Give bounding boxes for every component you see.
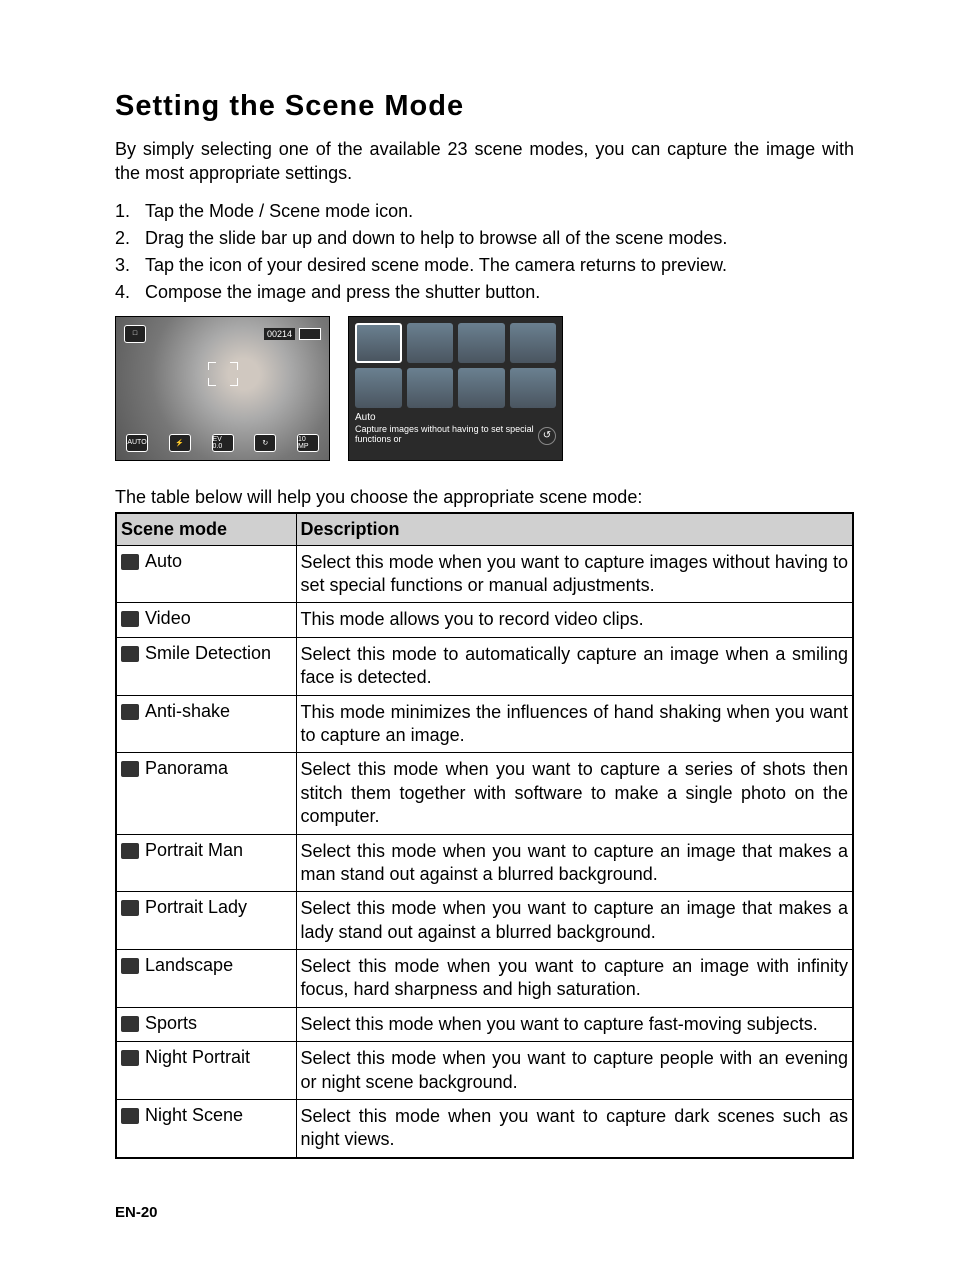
scene-mode-description: Select this mode when you want to captur… [296,545,853,603]
scene-selector-screenshot: Auto Capture images without having to se… [348,316,563,461]
back-icon: ↺ [538,427,556,445]
portrait-man-icon [121,843,139,859]
scene-mode-label: Auto [145,551,182,572]
table-header: Description [296,513,853,546]
timer-icon: ↻ [254,434,276,452]
resolution-icon: 10 MP [297,434,319,452]
scene-mode-cell: Anti-shake [116,695,296,753]
table-row: Anti-shake This mode minimizes the influe… [116,695,853,753]
scene-mode-table: Scene mode Description Auto Select this m… [115,512,854,1159]
shot-counter: 00214 [264,328,295,340]
scene-mode-cell: Night Portrait [116,1042,296,1100]
table-row: Landscape Select this mode when you want … [116,950,853,1008]
scene-mode-cell: Portrait Lady [116,892,296,950]
video-icon [121,611,139,627]
scene-option-icon [510,323,557,363]
scene-mode-label: Smile Detection [145,643,271,664]
table-row: Smile Detection Select this mode to autom… [116,637,853,695]
scene-mode-description: Select this mode when you want to captur… [296,892,853,950]
table-row: Portrait Man Select this mode when you wa… [116,834,853,892]
scene-mode-description: This mode minimizes the influences of ha… [296,695,853,753]
scene-mode-cell: Sports [116,1007,296,1041]
scene-option-icon [458,368,505,408]
scene-option-icon [407,368,454,408]
scene-caption-text: Capture images without having to set spe… [355,424,534,445]
scene-mode-label: Landscape [145,955,233,976]
scene-mode-label: Video [145,608,191,629]
page-number: EN-20 [115,1204,854,1221]
auto-icon [121,554,139,570]
step-number: 2. [115,225,145,252]
step-item: 1. Tap the Mode / Scene mode icon. [115,198,854,225]
scene-mode-cell: Portrait Man [116,834,296,892]
table-row: Night Portrait Select this mode when you … [116,1042,853,1100]
table-header: Scene mode [116,513,296,546]
scene-mode-label: Panorama [145,758,228,779]
ev-icon: EV 0.0 [212,434,234,452]
scene-mode-description: Select this mode to automatically captur… [296,637,853,695]
table-row: Portrait Lady Select this mode when you w… [116,892,853,950]
scene-mode-cell: Auto [116,545,296,603]
steps-list: 1. Tap the Mode / Scene mode icon. 2. Dr… [115,198,854,306]
step-item: 3. Tap the icon of your desired scene mo… [115,252,854,279]
scene-mode-label: Sports [145,1013,197,1034]
screenshot-row: □ 00214 AUTO ⚡ EV 0.0 ↻ 10 MP [115,316,854,461]
scene-mode-cell: Smile Detection [116,637,296,695]
step-item: 4. Compose the image and press the shutt… [115,279,854,306]
scene-mode-label: Night Scene [145,1105,243,1126]
scene-mode-description: This mode allows you to record video cli… [296,603,853,637]
step-number: 1. [115,198,145,225]
scene-option-icon [355,323,402,363]
step-text: Tap the icon of your desired scene mode.… [145,252,727,279]
scene-option-icon [407,323,454,363]
step-text: Tap the Mode / Scene mode icon. [145,198,413,225]
focus-brackets-icon [208,362,238,386]
scene-mode-description: Select this mode when you want to captur… [296,950,853,1008]
step-item: 2. Drag the slide bar up and down to hel… [115,225,854,252]
page-title: Setting the Scene Mode [115,90,854,123]
table-row: Video This mode allows you to record vide… [116,603,853,637]
panorama-icon [121,761,139,777]
night-portrait-icon [121,1050,139,1066]
scene-mode-cell: Video [116,603,296,637]
table-row: Panorama Select this mode when you want t… [116,753,853,834]
scene-mode-description: Select this mode when you want to captur… [296,1042,853,1100]
step-number: 4. [115,279,145,306]
table-row: Auto Select this mode when you want to ca… [116,545,853,603]
mode-indicator-icon: □ [124,325,146,343]
step-text: Drag the slide bar up and down to help t… [145,225,727,252]
camera-preview-screenshot: □ 00214 AUTO ⚡ EV 0.0 ↻ 10 MP [115,316,330,461]
scene-mode-label: Portrait Lady [145,897,247,918]
scene-mode-label: Night Portrait [145,1047,250,1068]
auto-mode-icon: AUTO [126,434,148,452]
scene-mode-cell: Panorama [116,753,296,834]
table-row: Night Scene Select this mode when you wan… [116,1100,853,1158]
battery-icon [299,328,321,340]
scene-mode-description: Select this mode when you want to captur… [296,1007,853,1041]
step-text: Compose the image and press the shutter … [145,279,540,306]
smile-detection-icon [121,646,139,662]
night-scene-icon [121,1108,139,1124]
scene-mode-description: Select this mode when you want to captur… [296,753,853,834]
portrait-lady-icon [121,900,139,916]
table-row: Sports Select this mode when you want to … [116,1007,853,1041]
scene-mode-description: Select this mode when you want to captur… [296,834,853,892]
scene-mode-label: Anti-shake [145,701,230,722]
scene-mode-cell: Landscape [116,950,296,1008]
scene-mode-cell: Night Scene [116,1100,296,1158]
step-number: 3. [115,252,145,279]
scene-caption-title: Auto [355,412,556,424]
scene-caption: Auto Capture images without having to se… [355,412,556,446]
flash-icon: ⚡ [169,434,191,452]
intro-text: By simply selecting one of the available… [115,137,854,186]
table-intro: The table below will help you choose the… [115,487,854,508]
scene-option-icon [458,323,505,363]
landscape-icon [121,958,139,974]
scene-mode-label: Portrait Man [145,840,243,861]
anti-shake-icon [121,704,139,720]
scene-option-icon [510,368,557,408]
sports-icon [121,1016,139,1032]
scene-mode-description: Select this mode when you want to captur… [296,1100,853,1158]
scene-option-icon [355,368,402,408]
